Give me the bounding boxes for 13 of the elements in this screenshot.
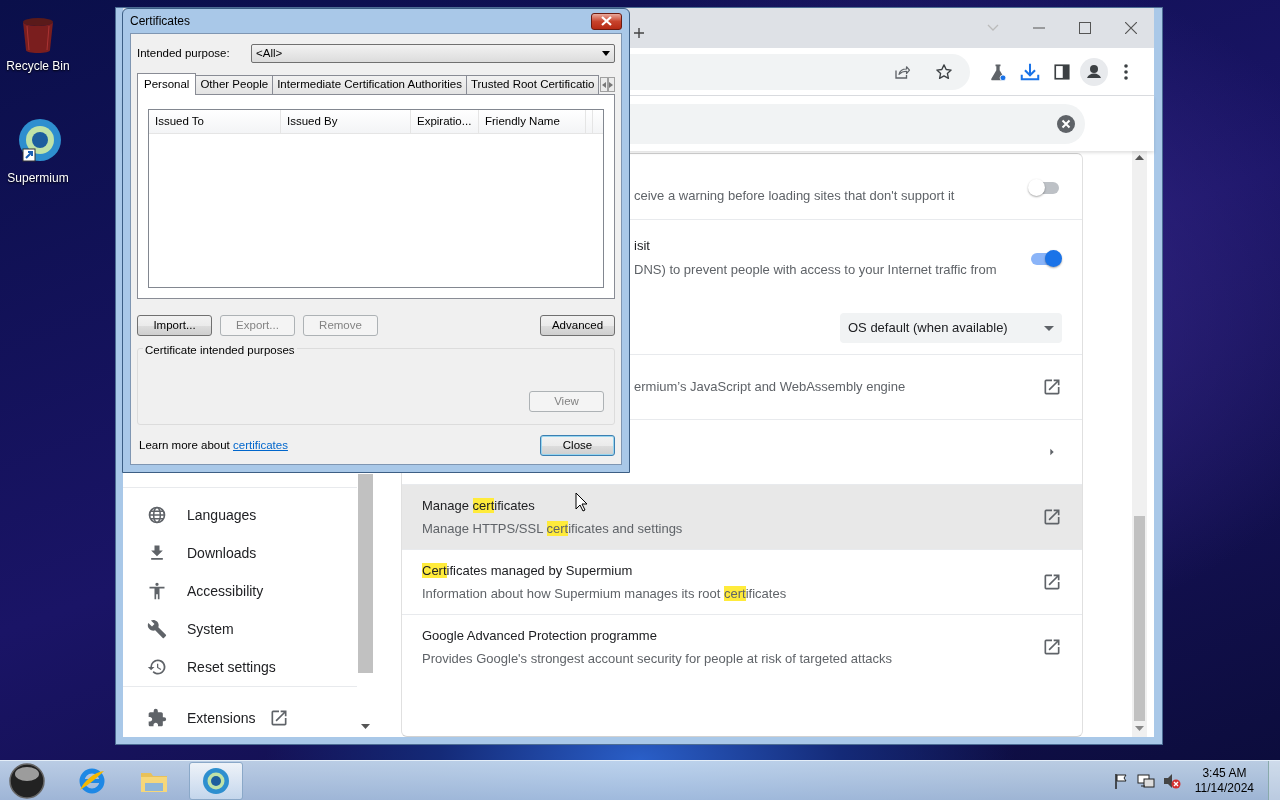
help-text: Learn more about certificates — [139, 437, 288, 453]
setting-description: Provides Google's strongest account security for people at risk of targeted attacks — [422, 650, 893, 668]
button: Remove — [303, 315, 378, 336]
setting-description: Manage HTTPS/SSL certificates and settings — [422, 520, 684, 538]
field-label: Intended purpose: — [137, 45, 231, 61]
setting-title: isit — [634, 237, 651, 255]
setting-description: ceive a warning before loading sites that don't support it — [634, 186, 956, 205]
setting-description: DNS) to prevent people with access to your Internet traffic from — [634, 260, 998, 279]
button: Export... — [220, 315, 295, 336]
setting-description: ermium’s JavaScript and WebAssembly engine — [634, 378, 907, 397]
button: View — [529, 391, 604, 412]
setting-title: Google Advanced Protection programme — [422, 626, 658, 645]
dialog-title: Certificates — [130, 13, 191, 30]
